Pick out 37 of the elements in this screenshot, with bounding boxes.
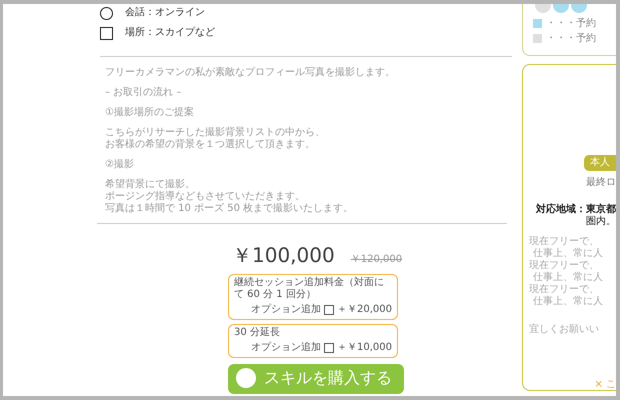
description-line: ②撮影 [105, 159, 135, 171]
description-line: こちらがリサーチした撮影背景リストの中から、 [105, 127, 326, 138]
close-link[interactable]: × こ [594, 377, 616, 392]
detail-text: 場所：スカイプなど [125, 26, 215, 40]
option-checkbox[interactable] [324, 342, 334, 352]
option-title: 30 分延長 [234, 327, 281, 339]
area-text: 圏内。 [586, 216, 616, 228]
option-title: 継続セッション追加料金（対面にて 60 分 1 回分） [234, 277, 385, 301]
last-login-text: 最終ロ [586, 176, 616, 190]
closing-text: 宜しくお願いい [529, 322, 600, 337]
bio-text: 仕事上、常に人 [532, 296, 604, 308]
description-line: ①撮影場所のご提案 [105, 107, 195, 119]
bio-text: 現在フリーで、 [529, 260, 600, 272]
area-text: 対応地域：東京都 [536, 204, 616, 216]
price: ￥100,000 [232, 242, 335, 269]
option-label: オプション追加 [251, 302, 321, 317]
bio-text: 現在フリーで、 [529, 284, 600, 296]
detail-text: 会話：オンライン [125, 6, 205, 20]
bio-text: 仕事上、常に人 [532, 272, 604, 284]
original-price: ￥120,000 [350, 253, 402, 267]
legend-label: ・・・予約 [546, 17, 596, 30]
description-line: フリーカメラマンの私が素敵なプロフィール写真を撮影します。 [105, 67, 396, 79]
description-line: 希望背景にて撮影。 [105, 179, 196, 190]
option-price: ＋￥10,000 [337, 341, 392, 355]
description-line: 写真は１時間で 10 ポーズ 50 枚まで撮影いたします。 [105, 203, 354, 215]
purchase-button[interactable]: スキルを購入する [228, 364, 404, 394]
bio-text: 現在フリーで、 [529, 236, 600, 248]
description-line: お客様の希望の背景を１つ選択して頂きます。 [105, 139, 316, 151]
description-line: ポージング指導などもさせていただきます。 [105, 191, 306, 202]
option-price: ＋￥20,000 [337, 303, 392, 317]
legend-label: ・・・予約 [546, 32, 596, 45]
option-label: オプション追加 [251, 340, 321, 355]
option-checkbox[interactable] [324, 304, 334, 314]
profile-button[interactable]: 本人 [584, 155, 616, 171]
square-icon [100, 26, 113, 40]
bio-text: 仕事上、常に人 [532, 248, 604, 260]
description-line: – お取引の流れ – [105, 87, 182, 99]
